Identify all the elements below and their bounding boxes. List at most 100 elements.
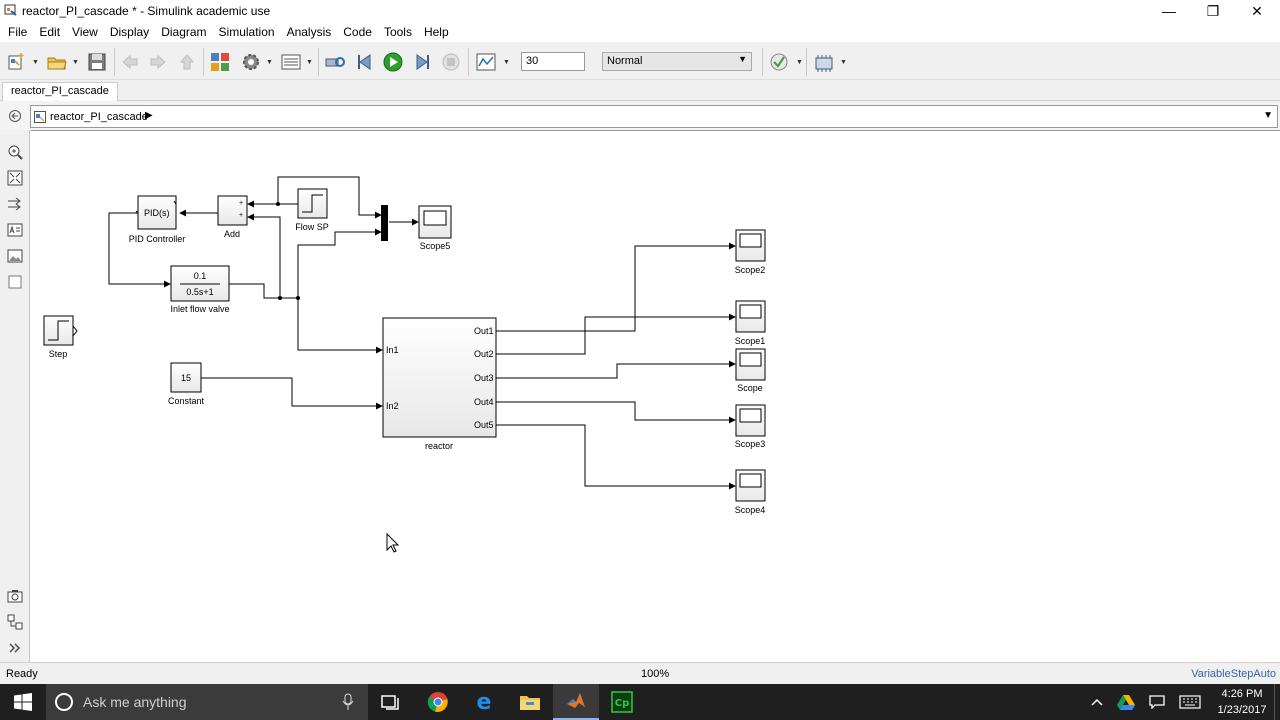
scope-block[interactable]	[735, 348, 766, 381]
zoom-icon[interactable]	[6, 143, 24, 161]
hide-browser-icon[interactable]	[8, 109, 22, 123]
advisor-dropdown-icon[interactable]: ▼	[796, 59, 803, 66]
signal-line[interactable]	[496, 242, 736, 332]
fit-to-view-icon[interactable]	[6, 169, 24, 187]
scope-block[interactable]	[735, 469, 766, 502]
menu-file[interactable]: File	[2, 22, 33, 42]
stop-time-input[interactable]: 30	[521, 52, 585, 71]
signal-line[interactable]	[201, 377, 383, 410]
menu-diagram[interactable]: Diagram	[155, 22, 212, 42]
signal-line[interactable]	[297, 298, 383, 354]
arrow-right-icon[interactable]	[6, 195, 24, 213]
area-icon[interactable]	[6, 273, 24, 291]
scope-block[interactable]	[735, 404, 766, 437]
signal-line[interactable]	[496, 401, 736, 424]
build-model-icon[interactable]	[813, 51, 835, 73]
matlab-taskbar-icon[interactable]	[553, 684, 599, 720]
back-arrow-icon[interactable]	[119, 51, 141, 73]
camera-icon[interactable]	[6, 587, 24, 605]
model-canvas[interactable]: PID(s) PID Controller + + Add Flow SP Sc…	[31, 130, 1280, 662]
status-text: Ready	[6, 668, 38, 680]
restore-button[interactable]: ❐	[1190, 0, 1236, 22]
signal-line[interactable]	[496, 360, 736, 379]
annotation-icon[interactable]	[6, 221, 24, 239]
toolbar-separator	[318, 48, 319, 76]
signal-line[interactable]	[496, 313, 736, 355]
touch-keyboard-icon[interactable]	[1176, 684, 1204, 720]
run-play-icon[interactable]	[382, 51, 404, 73]
signal-line[interactable]	[496, 424, 736, 490]
expand-chevron-icon[interactable]	[6, 639, 24, 657]
task-view-icon[interactable]	[368, 684, 414, 720]
simulation-mode-select[interactable]: Normal ▼	[602, 52, 752, 71]
breadcrumb-arrow-icon[interactable]: ▶	[145, 110, 153, 121]
new-model-icon[interactable]	[6, 51, 28, 73]
clock-time: 4:26 PM	[1221, 688, 1263, 700]
svg-text:e: e	[477, 691, 492, 713]
microphone-icon[interactable]	[342, 693, 354, 711]
new-dropdown-icon[interactable]: ▼	[32, 59, 39, 66]
menu-analysis[interactable]: Analysis	[281, 22, 338, 42]
menu-help[interactable]: Help	[418, 22, 455, 42]
scope-block[interactable]	[735, 300, 766, 333]
menu-tools[interactable]: Tools	[378, 22, 418, 42]
model-tab-strip: reactor_PI_cascade	[0, 80, 1280, 101]
step-block[interactable]	[43, 315, 78, 346]
chrome-icon[interactable]	[415, 684, 461, 720]
settings-dropdown-icon[interactable]: ▼	[266, 59, 273, 66]
google-drive-icon[interactable]	[1114, 684, 1138, 720]
edge-browser-icon[interactable]: e	[461, 684, 507, 720]
inspector-dropdown-icon[interactable]: ▼	[503, 59, 510, 66]
solver-link[interactable]: VariableStepAuto	[1191, 668, 1276, 680]
signal-line[interactable]	[297, 228, 382, 298]
close-button[interactable]: ✕	[1234, 0, 1280, 22]
step-back-icon[interactable]	[354, 51, 376, 73]
show-desktop-button[interactable]	[1274, 684, 1280, 720]
cortana-search-box[interactable]: Ask me anything	[46, 684, 368, 720]
model-advisor-check-icon[interactable]	[768, 51, 790, 73]
library-browser-icon[interactable]	[209, 51, 231, 73]
captivate-icon[interactable]: Cp	[599, 684, 645, 720]
block-diagram	[43, 176, 766, 553]
breadcrumb[interactable]: reactor_PI_cascade ▶ ▼	[30, 105, 1278, 128]
windows-taskbar: Ask me anything e Cp 4:26 PM 1/23/2017	[0, 684, 1280, 720]
open-folder-icon[interactable]	[46, 51, 68, 73]
file-explorer-icon[interactable]	[507, 684, 553, 720]
scope-block[interactable]	[735, 229, 766, 262]
flow-sp-step-block[interactable]	[297, 188, 328, 219]
mux-block[interactable]	[381, 205, 388, 241]
signal-line[interactable]	[277, 176, 382, 219]
explorer-bar: reactor_PI_cascade ▶ ▼	[0, 101, 1280, 130]
menu-display[interactable]: Display	[104, 22, 155, 42]
model-settings-gear-icon[interactable]	[240, 51, 262, 73]
notification-message-icon[interactable]	[1145, 684, 1169, 720]
explorer-dropdown-icon[interactable]: ▼	[306, 59, 313, 66]
up-arrow-icon[interactable]	[176, 51, 198, 73]
model-explorer-icon[interactable]	[280, 51, 302, 73]
image-icon[interactable]	[6, 247, 24, 265]
pid-controller-label: PID Controller	[128, 234, 186, 244]
simulation-data-inspector-icon[interactable]	[475, 51, 497, 73]
breadcrumb-path[interactable]: reactor_PI_cascade	[50, 111, 148, 123]
update-diagram-icon[interactable]	[324, 51, 346, 73]
start-button[interactable]	[0, 684, 46, 720]
save-icon[interactable]	[86, 51, 108, 73]
step-forward-icon[interactable]	[411, 51, 433, 73]
menu-bar: File Edit View Display Diagram Simulatio…	[0, 22, 1280, 42]
menu-simulation[interactable]: Simulation	[213, 22, 281, 42]
menu-code[interactable]: Code	[337, 22, 378, 42]
stop-icon[interactable]	[440, 51, 462, 73]
open-dropdown-icon[interactable]: ▼	[72, 59, 79, 66]
clock[interactable]: 4:26 PM 1/23/2017	[1212, 686, 1272, 718]
breadcrumb-dropdown-icon[interactable]: ▼	[1263, 110, 1273, 121]
scope5-block[interactable]	[418, 205, 452, 239]
tab-reactor-pi-cascade[interactable]: reactor_PI_cascade	[2, 82, 118, 101]
minimize-button[interactable]: —	[1146, 0, 1192, 22]
build-dropdown-icon[interactable]: ▼	[840, 59, 847, 66]
signal-line[interactable]	[229, 283, 298, 299]
show-hidden-icons-chevron-icon[interactable]	[1086, 684, 1108, 720]
menu-edit[interactable]: Edit	[33, 22, 66, 42]
menu-view[interactable]: View	[66, 22, 104, 42]
model-browser-icon[interactable]	[6, 613, 24, 631]
forward-arrow-icon[interactable]	[147, 51, 169, 73]
